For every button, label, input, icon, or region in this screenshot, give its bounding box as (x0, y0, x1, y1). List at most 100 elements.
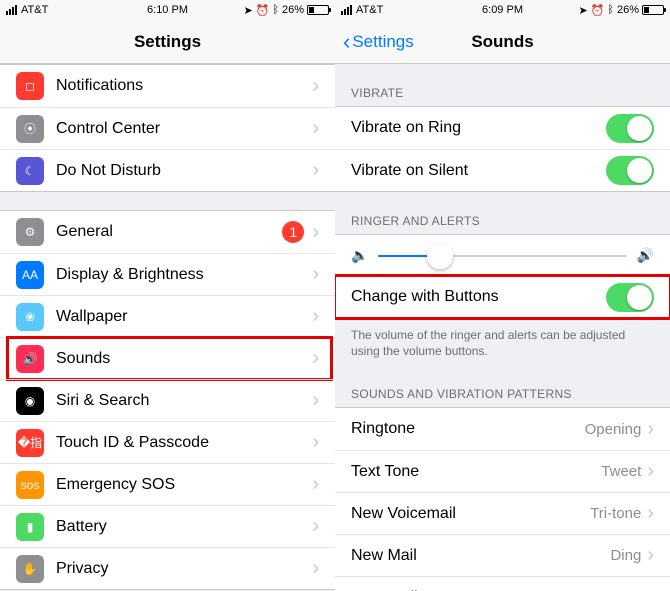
setting-row-wallpaper[interactable]: ❀ Wallpaper› (0, 295, 335, 337)
dnd-icon: ☾ (16, 157, 44, 185)
section-footer-ringer: The volume of the ringer and alerts can … (335, 319, 670, 365)
signal-icon (341, 5, 352, 15)
setting-row-notifications[interactable]: ◻Notifications› (0, 65, 335, 107)
cell-label: Change with Buttons (351, 288, 606, 306)
cell-value: Ding (610, 547, 641, 564)
change-with-buttons-row[interactable]: Change with Buttons (335, 276, 670, 318)
navbar: ‹ Settings Sounds (335, 20, 670, 64)
battery-percent: 26% (282, 4, 304, 16)
chevron-right-icon: › (312, 263, 319, 286)
chevron-right-icon: › (312, 347, 319, 370)
section-header-ringer: RINGER AND ALERTS (335, 192, 670, 234)
display-icon: AA (16, 261, 44, 289)
setting-row-siri[interactable]: ◉ Siri & Search› (0, 379, 335, 421)
cell-label: Vibrate on Silent (351, 162, 606, 180)
toggle-switch[interactable] (606, 283, 654, 312)
sounds-screen: AT&T 6:09 PM ➤ ⏰ ᛒ 26% ‹ Settings Sounds… (335, 0, 670, 591)
cell-label: Wallpaper (56, 308, 312, 326)
toggle-switch[interactable] (606, 156, 654, 185)
cell-label: Do Not Disturb (56, 162, 312, 180)
back-label: Settings (352, 32, 413, 52)
volume-high-icon: 🔊 (637, 247, 654, 264)
chevron-right-icon: › (312, 159, 319, 182)
cell-label: Display & Brightness (56, 266, 312, 284)
chevron-right-icon: › (312, 557, 319, 580)
chevron-right-icon: › (312, 389, 319, 412)
chevron-right-icon: › (647, 418, 654, 441)
cell-label: Notifications (56, 77, 312, 95)
setting-row-battery[interactable]: ▮Battery› (0, 505, 335, 547)
chevron-right-icon: › (647, 586, 654, 591)
row-voicemail[interactable]: New VoicemailTri-tone › (335, 492, 670, 534)
setting-row-display[interactable]: AA Display & Brightness› (0, 253, 335, 295)
volume-low-icon: 🔈 (351, 247, 368, 264)
carrier: AT&T (356, 4, 383, 16)
section-header-patterns: SOUNDS AND VIBRATION PATTERNS (335, 365, 670, 407)
signal-icon (6, 5, 17, 15)
clock: 6:09 PM (482, 4, 523, 16)
cell-label: Privacy (56, 560, 312, 578)
setting-row-touchid[interactable]: �指 Touch ID & Passcode› (0, 421, 335, 463)
row-ringtone[interactable]: RingtoneOpening › (335, 408, 670, 450)
row-sentmail[interactable]: Sent MailSwoosh› (335, 576, 670, 591)
page-title: Sounds (471, 32, 533, 52)
cell-label: Text Tone (351, 463, 601, 481)
cell-label: Emergency SOS (56, 476, 312, 494)
cell-value: Tweet (601, 463, 641, 480)
setting-row-dnd[interactable]: ☾ Do Not Disturb› (0, 149, 335, 191)
cell-label: Vibrate on Ring (351, 119, 606, 137)
navbar: Settings (0, 20, 335, 64)
sos-icon: sos (16, 471, 44, 499)
volume-slider[interactable] (378, 255, 626, 257)
row-vibrate-ring[interactable]: Vibrate on Ring (335, 107, 670, 149)
toggle-switch[interactable] (606, 114, 654, 143)
cell-label: Sounds (56, 350, 312, 368)
battery-icon (307, 5, 329, 15)
chevron-right-icon: › (647, 460, 654, 483)
page-title: Settings (134, 32, 201, 52)
chevron-right-icon: › (312, 75, 319, 98)
chevron-right-icon: › (312, 305, 319, 328)
bluetooth-icon: ᛒ (272, 4, 279, 16)
location-icon: ➤ (243, 4, 252, 17)
chevron-right-icon: › (312, 117, 319, 140)
sounds-icon: 🔊 (16, 345, 44, 373)
status-bar: AT&T 6:09 PM ➤ ⏰ ᛒ 26% (335, 0, 670, 20)
row-newmail[interactable]: New MailDing › (335, 534, 670, 576)
chevron-right-icon: › (312, 221, 319, 244)
back-button[interactable]: ‹ Settings (343, 29, 414, 55)
battery-icon (642, 5, 664, 15)
chevron-right-icon: › (312, 473, 319, 496)
cell-value: Tri-tone (590, 505, 641, 522)
setting-row-control-center[interactable]: ⦿Control Center› (0, 107, 335, 149)
siri-icon: ◉ (16, 387, 44, 415)
setting-row-general[interactable]: ⚙General1› (0, 211, 335, 253)
chevron-right-icon: › (647, 502, 654, 525)
setting-row-privacy[interactable]: ✋ Privacy› (0, 547, 335, 589)
privacy-icon: ✋ (16, 555, 44, 583)
cell-label: Touch ID & Passcode (56, 434, 312, 452)
chevron-right-icon: › (312, 431, 319, 454)
location-icon: ➤ (578, 4, 587, 17)
control-center-icon: ⦿ (16, 115, 44, 143)
wallpaper-icon: ❀ (16, 303, 44, 331)
carrier: AT&T (21, 4, 48, 16)
row-texttone[interactable]: Text ToneTweet › (335, 450, 670, 492)
volume-slider-row: 🔈 🔊 (335, 235, 670, 276)
cell-label: New Voicemail (351, 505, 590, 523)
chevron-right-icon: › (647, 544, 654, 567)
setting-row-sos[interactable]: sos Emergency SOS› (0, 463, 335, 505)
cell-value: Opening (585, 421, 642, 438)
general-icon: ⚙ (16, 218, 44, 246)
cell-label: Battery (56, 518, 312, 536)
status-bar: AT&T 6:10 PM ➤ ⏰ ᛒ 26% (0, 0, 335, 20)
clock: 6:10 PM (147, 4, 188, 16)
touchid-icon: �指 (16, 429, 44, 457)
cell-label: Ringtone (351, 420, 585, 438)
section-header-vibrate: VIBRATE (335, 64, 670, 106)
cell-label: New Mail (351, 547, 610, 565)
setting-row-sounds[interactable]: 🔊 Sounds› (0, 337, 335, 379)
row-vibrate-silent[interactable]: Vibrate on Silent (335, 149, 670, 191)
alarm-icon: ⏰ (256, 4, 270, 17)
cell-label: Siri & Search (56, 392, 312, 410)
